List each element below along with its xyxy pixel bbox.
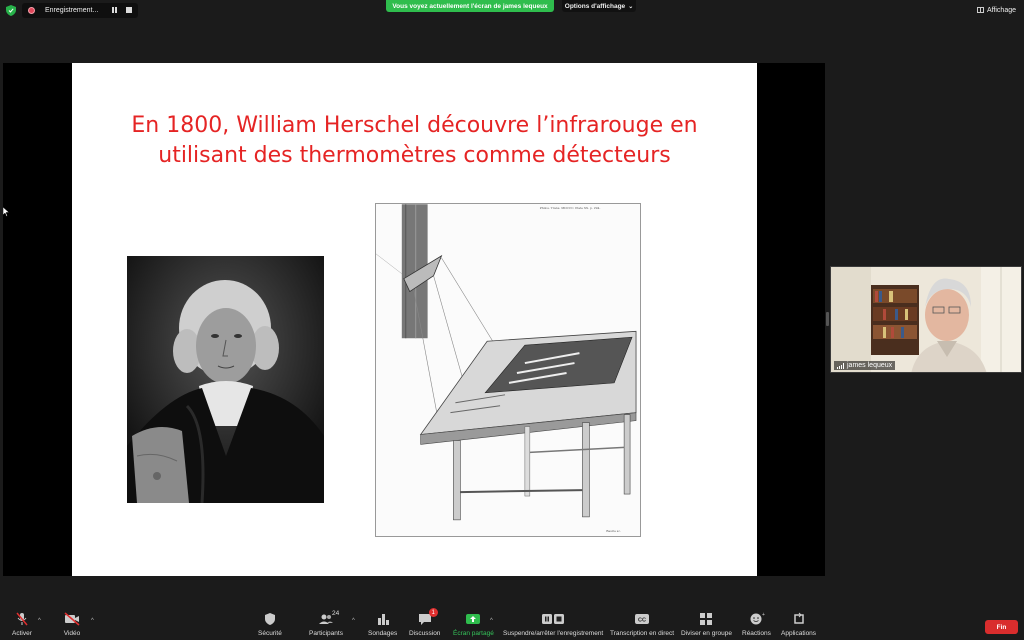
live-transcript-label: Transcription en direct [610,630,675,637]
participant-name: james lequeux [847,362,893,369]
meeting-toolbar: Activer ^ Vidéo ^ Sécurité 24 Participan… [0,606,1024,640]
video-button[interactable]: Vidéo [63,612,81,637]
security-button[interactable]: Sécurité [258,612,282,637]
recording-controls-button[interactable]: Suspendre/arrêter l'enregistrement [503,612,603,637]
recording-label: Enregistrement... [45,7,99,14]
svg-text:+: + [762,612,765,618]
audio-options-caret-icon[interactable]: ^ [38,618,41,624]
closed-captions-icon: CC [635,614,650,624]
apps-icon [793,612,804,624]
view-button[interactable]: Affichage [976,4,1016,16]
resize-handle[interactable] [826,312,829,326]
polls-label: Sondages [368,630,398,637]
record-dot-icon [28,7,35,14]
signal-icon [837,362,844,369]
share-banner: Vous voyez actuellement l'écran de james… [386,0,554,12]
chat-badge: 1 [428,608,438,617]
participants-icon: 24 [317,610,339,626]
recording-indicator: Enregistrement... [22,3,138,18]
breakout-rooms-button[interactable]: Diviser en groupe [681,612,732,637]
chat-button[interactable]: 1 Discussion [409,608,441,637]
layout-icon [976,7,984,13]
pause-stop-recording-icon [542,614,565,624]
unmute-button[interactable]: Activer [12,612,32,637]
share-options-caret-icon[interactable]: ^ [490,618,493,624]
chat-label: Discussion [409,630,441,637]
herschel-portrait [127,256,324,503]
shared-screen: En 1800, William Herschel découvre l’inf… [3,63,825,576]
security-shield-icon [264,613,275,625]
participant-video-frame [831,267,1021,372]
apps-label: Applications [781,630,817,637]
view-options-button[interactable]: Options d'affichage ⌄ [562,0,636,12]
stop-recording-icon[interactable] [126,7,132,13]
participants-label: Participants [309,630,343,637]
video-options-caret-icon[interactable]: ^ [91,618,94,624]
live-transcript-button[interactable]: CC Transcription en direct [610,612,674,637]
video-label: Vidéo [63,630,81,637]
herschel-experiment-engraving: Philos. Trans. MDCCC. Plate XX. p. 294. … [375,203,641,537]
shield-icon[interactable] [6,5,16,16]
presentation-slide: En 1800, William Herschel découvre l’inf… [72,63,757,576]
svg-text:Philos. Trans. MDCCC. Plate XX: Philos. Trans. MDCCC. Plate XX. p. 294. [540,206,601,210]
breakout-rooms-label: Diviser en groupe [681,630,732,637]
end-meeting-button[interactable]: Fin [985,620,1018,634]
participants-count: 24 [331,610,340,617]
polls-icon [377,614,389,625]
microphone-muted-icon [16,612,28,626]
security-label: Sécurité [258,630,282,637]
breakout-rooms-icon [700,613,713,625]
reactions-smiley-icon: + [750,612,765,625]
slide-title-line-2: utilisant des thermomètres comme détecte… [158,143,671,168]
zoom-window: Enregistrement... Vous voyez actuellemen… [0,0,1024,640]
reactions-label: Réactions [742,630,771,637]
slide-title: En 1800, William Herschel découvre l’inf… [72,111,757,171]
svg-text:Basire sc.: Basire sc. [606,529,621,533]
chat-icon: 1 [416,608,438,626]
svg-text:CC: CC [638,618,646,624]
unmute-label: Activer [12,630,32,637]
participant-name-tag: james lequeux [834,361,896,370]
slide-title-line-1: En 1800, William Herschel découvre l’inf… [131,113,698,138]
pause-recording-icon[interactable] [112,7,118,13]
chevron-down-icon: ⌄ [628,3,634,10]
share-screen-button[interactable]: Écran partagé [453,612,494,637]
polls-button[interactable]: Sondages [368,612,397,637]
view-options-label: Options d'affichage [564,2,626,10]
share-screen-label: Écran partagé [453,630,494,637]
participants-button[interactable]: 24 Participants [309,610,343,637]
apps-button[interactable]: Applications [781,612,816,637]
participant-video[interactable]: james lequeux [830,266,1022,373]
share-screen-icon [466,614,481,624]
participants-caret-icon[interactable]: ^ [352,618,355,624]
mouse-cursor-icon [3,207,9,217]
recording-controls-label: Suspendre/arrêter l'enregistrement [503,630,604,637]
reactions-button[interactable]: + Réactions [742,612,771,637]
video-off-icon [64,612,80,626]
view-label: Affichage [986,6,1016,14]
